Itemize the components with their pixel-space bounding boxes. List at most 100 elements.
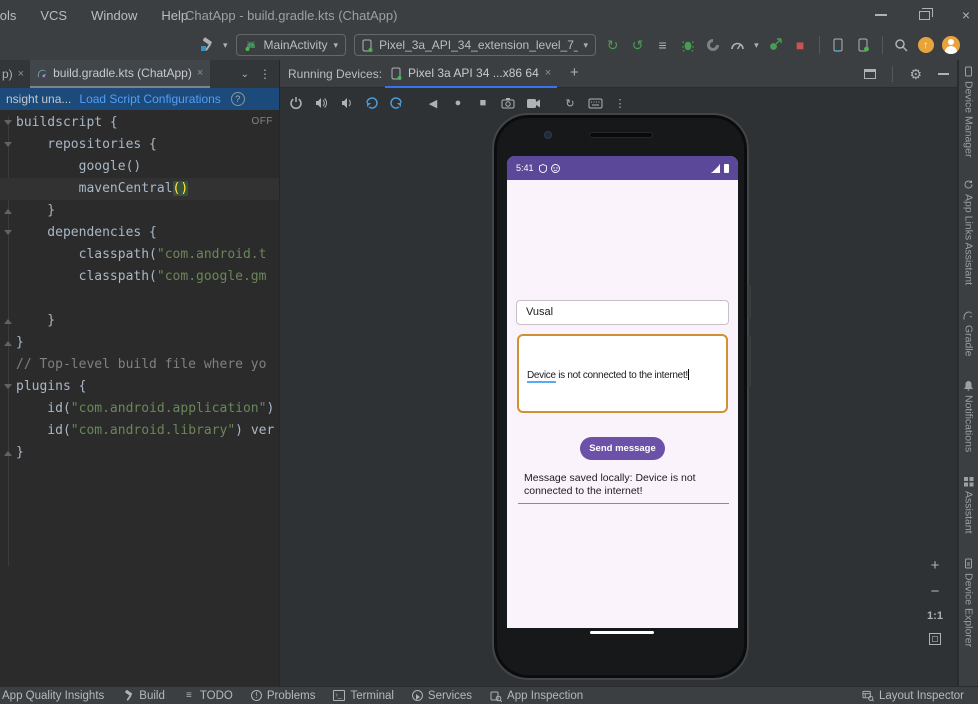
stripe-notifications[interactable]: Notifications — [963, 380, 975, 452]
stripe-gradle[interactable]: Gradle — [963, 310, 975, 356]
apply-changes-icon[interactable]: ↺ — [629, 37, 646, 54]
code-line-current: mavenCentral() — [0, 178, 279, 200]
close-icon[interactable]: × — [18, 68, 24, 80]
hidden-tabs-chevron-icon[interactable]: ⌄ — [241, 69, 249, 80]
device-screen[interactable]: 5:41 Vusal Device is not connected to th… — [507, 156, 738, 628]
code-line: buildscript { — [0, 112, 279, 134]
menu-vcs[interactable]: VCS — [40, 8, 67, 23]
run-configuration-select[interactable]: MainActivity ▾ — [235, 34, 347, 56]
menu-window[interactable]: Window — [91, 8, 137, 23]
editor-tab-active[interactable]: build.gradle.kts (ChatApp) × — [30, 60, 211, 88]
run-configurations-list-icon[interactable]: ≡ — [654, 37, 671, 54]
reset-view-icon[interactable]: ↻ — [562, 95, 578, 111]
debug-icon[interactable] — [679, 37, 696, 54]
send-message-button[interactable]: Send message — [580, 437, 665, 460]
fold-icon[interactable] — [4, 451, 12, 456]
add-device-button[interactable]: + — [570, 60, 579, 86]
android-face-icon — [550, 163, 560, 173]
update-notification-icon[interactable]: ↑ — [917, 37, 934, 53]
float-window-icon[interactable] — [864, 69, 877, 79]
tool-problems[interactable]: ! Problems — [250, 690, 315, 702]
zoom-in-button[interactable]: + — [931, 558, 940, 573]
screen-record-icon[interactable] — [525, 95, 541, 111]
tool-layout-inspector[interactable]: Layout Inspector — [862, 690, 964, 702]
device-select-label: Pixel_3a_API_34_extension_level_7_x86 — [379, 38, 577, 52]
help-icon[interactable]: ? — [230, 92, 245, 106]
back-icon[interactable]: ◀ — [425, 95, 441, 111]
device-manager-icon[interactable] — [830, 37, 847, 54]
services-icon — [411, 690, 423, 701]
close-icon[interactable]: × — [197, 67, 203, 79]
menu-tools[interactable]: Tools — [0, 8, 16, 23]
tool-app-quality-insights[interactable]: App Quality Insights — [2, 690, 104, 702]
attach-debugger-icon[interactable] — [767, 37, 784, 54]
profile-avatar-icon[interactable] — [941, 36, 960, 54]
load-script-configurations-link[interactable]: Load Script Configurations — [79, 92, 220, 106]
tool-app-inspection[interactable]: App Inspection — [490, 690, 583, 702]
run-configuration-label: MainActivity — [263, 38, 328, 52]
fold-icon[interactable] — [4, 142, 12, 147]
rerun-icon[interactable]: ↻ — [604, 37, 621, 54]
tab-options-kebab-icon[interactable]: ⋮ — [259, 67, 271, 81]
tool-build[interactable]: Build — [122, 690, 165, 702]
close-icon[interactable]: × — [545, 67, 551, 79]
gauge-icon[interactable] — [729, 37, 746, 54]
minimize-icon[interactable] — [874, 14, 887, 16]
code-line: } — [0, 310, 279, 332]
stripe-assistant[interactable]: Assistant — [963, 476, 975, 534]
rotate-left-icon[interactable] — [363, 95, 379, 111]
fold-icon[interactable] — [4, 230, 12, 235]
code-line: id("com.android.library") ver — [16, 423, 275, 438]
gradle-elephant-icon — [963, 311, 973, 320]
gauge-dropdown-icon[interactable]: ▾ — [754, 40, 759, 51]
fold-icon[interactable] — [4, 209, 12, 214]
screenshot-camera-icon[interactable] — [500, 95, 516, 111]
code-editor[interactable]: OFF buildscript { repositories { google(… — [0, 110, 279, 686]
toolbar-separator — [881, 36, 883, 54]
build-dropdown-icon[interactable]: ▾ — [223, 40, 228, 51]
zoom-actual-size-button[interactable]: 1:1 — [927, 610, 943, 622]
fold-icon[interactable] — [4, 120, 12, 125]
code-line: } — [0, 200, 279, 222]
restore-icon[interactable] — [918, 7, 933, 20]
stripe-app-links-assistant[interactable]: App Links Assistant — [963, 179, 975, 286]
stripe-device-explorer[interactable]: Device Explorer — [963, 558, 975, 647]
profiler-icon[interactable] — [704, 37, 721, 54]
mirror-device-icon[interactable] — [855, 37, 872, 54]
home-icon[interactable]: ● — [450, 95, 466, 111]
editor-tab-partial[interactable]: p) × — [0, 60, 30, 88]
zoom-fit-button[interactable] — [929, 633, 941, 645]
stop-icon[interactable]: ■ — [792, 37, 809, 54]
tool-terminal[interactable]: ›_ Terminal — [333, 690, 394, 702]
close-icon[interactable]: × — [962, 7, 970, 23]
overview-icon[interactable]: ■ — [475, 95, 491, 111]
zoom-out-button[interactable]: − — [931, 584, 940, 599]
rotate-right-icon[interactable] — [388, 95, 404, 111]
code-line: } — [0, 442, 279, 464]
hide-panel-icon[interactable] — [938, 73, 949, 75]
tool-todo[interactable]: ≡ TODO — [183, 690, 233, 702]
android-status-bar: 5:41 — [507, 156, 738, 180]
chevron-down-icon: ▾ — [583, 39, 589, 50]
name-input[interactable]: Vusal — [516, 300, 729, 325]
more-options-kebab-icon[interactable]: ⋮ — [612, 95, 628, 111]
gesture-navigation-bar[interactable] — [590, 631, 654, 634]
volume-up-icon[interactable] — [313, 95, 329, 111]
power-icon[interactable] — [288, 95, 304, 111]
build-hammer-icon[interactable] — [198, 37, 215, 54]
fold-icon[interactable] — [4, 384, 12, 389]
volume-down-icon[interactable] — [338, 95, 354, 111]
hardware-input-keyboard-icon[interactable] — [587, 95, 603, 111]
tab-label: p) — [2, 67, 13, 81]
fold-icon[interactable] — [4, 341, 12, 346]
editor-tab-bar: p) × build.gradle.kts (ChatApp) × ⌄ ⋮ — [0, 60, 279, 88]
fold-icon[interactable] — [4, 319, 12, 324]
device-tab[interactable]: Pixel 3a API 34 ...x86 64 × — [385, 60, 558, 88]
device-select[interactable]: Pixel_3a_API_34_extension_level_7_x86 ▾ — [354, 34, 597, 56]
gear-icon[interactable]: ⚙ — [909, 66, 922, 83]
running-devices-panel: Running Devices: Pixel 3a API 34 ...x86 … — [280, 60, 957, 686]
search-icon[interactable] — [893, 37, 910, 54]
message-textarea[interactable]: Device is not connected to the internet! — [517, 334, 728, 413]
tool-services[interactable]: Services — [411, 690, 472, 702]
stripe-device-manager[interactable]: Device Manager — [963, 66, 975, 157]
